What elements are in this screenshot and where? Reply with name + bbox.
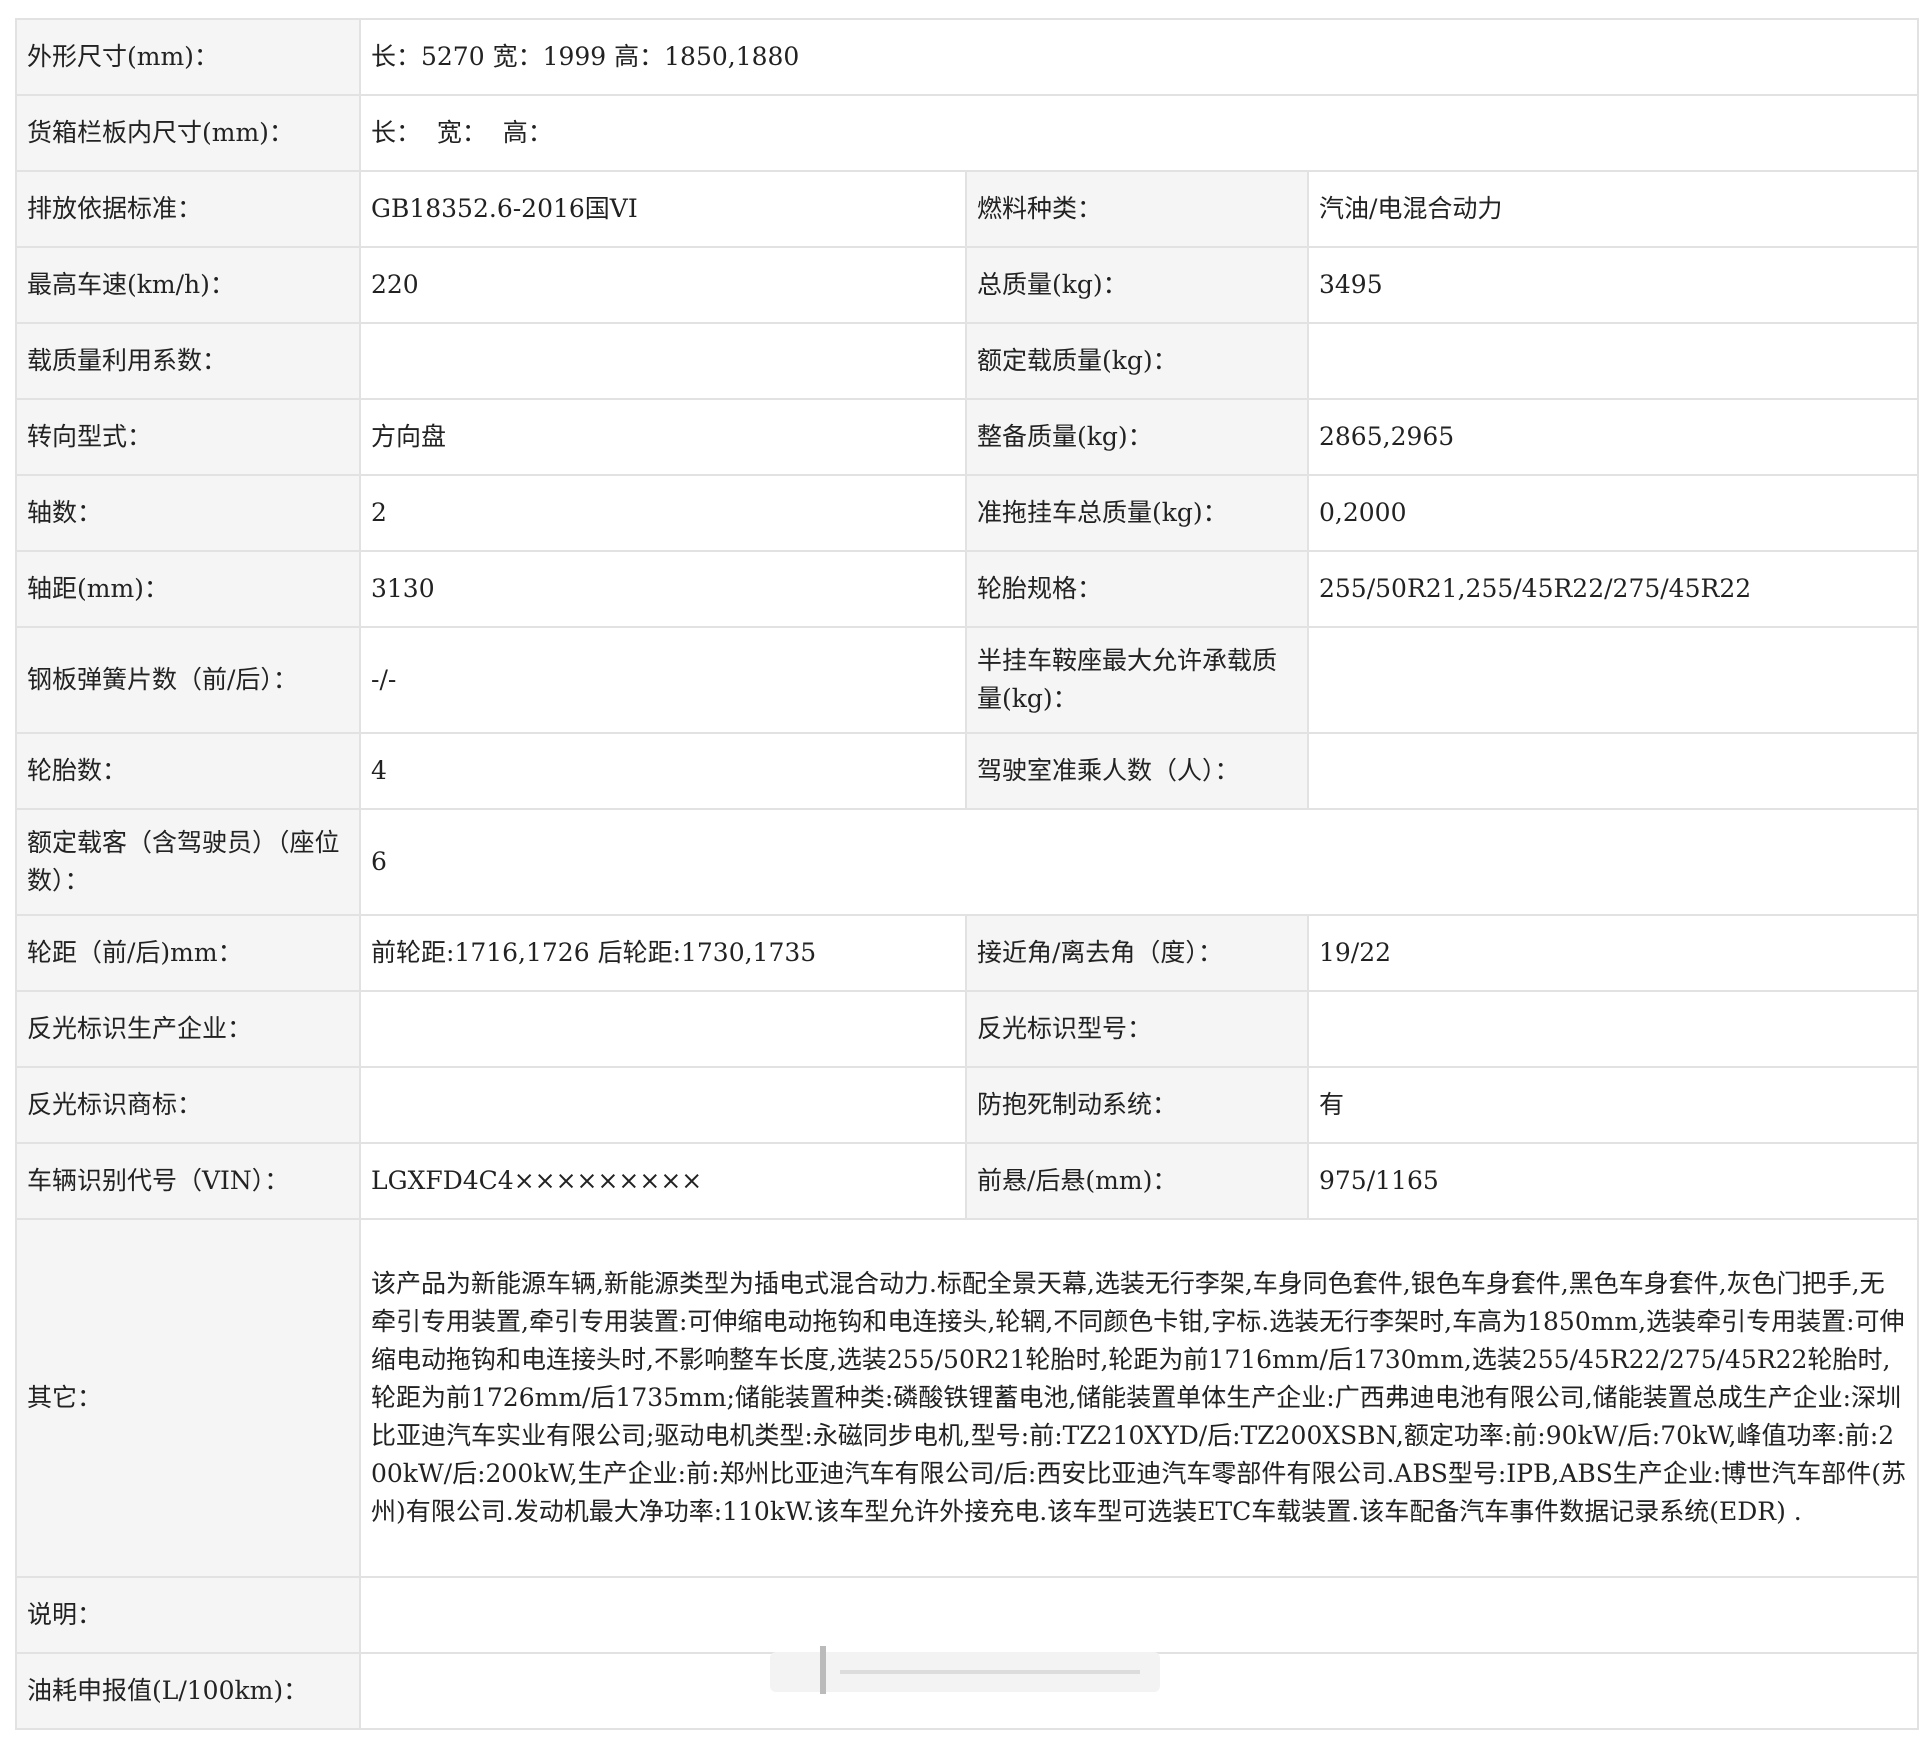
value-curb-mass: 2865,2965 xyxy=(1306,398,1920,476)
label-rated-passengers: 额定载客（含驾驶员）（座位数）： xyxy=(15,808,361,916)
value-fuel-type: 汽油/电混合动力 xyxy=(1306,170,1920,248)
value-track-width: 前轮距:1716,1726 后轮距:1730,1735 xyxy=(359,914,967,992)
label-towing-mass: 准拖挂车总质量(kg)： xyxy=(965,474,1309,552)
value-max-speed: 220 xyxy=(359,246,967,324)
label-saddle-load: 半挂车鞍座最大允许承载质量(kg)： xyxy=(965,626,1309,734)
value-axle-count: 2 xyxy=(359,474,967,552)
value-reflector-brand xyxy=(359,1066,967,1144)
obscured-mark xyxy=(820,1646,826,1694)
table-row: 轴距(mm)： 3130 轮胎规格： 255/50R21,255/45R22/2… xyxy=(15,550,1920,628)
value-leaf-springs: -/- xyxy=(359,626,967,734)
table-row: 其它： 该产品为新能源车辆,新能源类型为插电式混合动力.标配全景天幕,选装无行李… xyxy=(15,1218,1920,1578)
value-cargo-box-size: 长： 宽： 高： xyxy=(358,94,1920,172)
label-steering-type: 转向型式： xyxy=(15,398,361,476)
label-reflector-brand: 反光标识商标： xyxy=(15,1066,361,1144)
obscured-line xyxy=(840,1670,1140,1674)
label-abs-system: 防抱死制动系统： xyxy=(965,1066,1309,1144)
label-rated-load: 额定载质量(kg)： xyxy=(965,322,1309,400)
label-approach-departure-angle: 接近角/离去角（度）： xyxy=(965,914,1309,992)
table-row: 反光标识生产企业： 反光标识型号： xyxy=(15,990,1920,1068)
value-reflector-model xyxy=(1306,990,1920,1068)
label-max-speed: 最高车速(km/h)： xyxy=(15,246,361,324)
value-load-utilization xyxy=(359,322,967,400)
label-tire-spec: 轮胎规格： xyxy=(965,550,1309,628)
table-row: 反光标识商标： 防抱死制动系统： 有 xyxy=(15,1066,1920,1144)
value-towing-mass: 0,2000 xyxy=(1306,474,1920,552)
table-row: 载质量利用系数： 额定载质量(kg)： xyxy=(15,322,1920,400)
table-row: 转向型式： 方向盘 整备质量(kg)： 2865,2965 xyxy=(15,398,1920,476)
value-emission-standard: GB18352.6-2016国VI xyxy=(359,170,967,248)
value-description xyxy=(358,1576,1920,1654)
table-row: 排放依据标准： GB18352.6-2016国VI 燃料种类： 汽油/电混合动力 xyxy=(15,170,1920,248)
label-load-utilization: 载质量利用系数： xyxy=(15,322,361,400)
table-row: 车辆识别代号（VIN）： LGXFD4C4××××××××× 前悬/后悬(mm)… xyxy=(15,1142,1920,1220)
label-emission-standard: 排放依据标准： xyxy=(15,170,361,248)
value-vin: LGXFD4C4××××××××× xyxy=(359,1142,967,1220)
label-dimensions: 外形尺寸(mm)： xyxy=(15,18,361,96)
label-fuel-consumption: 油耗申报值(L/100km)： xyxy=(15,1652,361,1730)
label-other: 其它： xyxy=(15,1218,361,1578)
table-row: 最高车速(km/h)： 220 总质量(kg)： 3495 xyxy=(15,246,1920,324)
label-overhang: 前悬/后悬(mm)： xyxy=(965,1142,1309,1220)
value-reflector-maker xyxy=(359,990,967,1068)
label-gross-mass: 总质量(kg)： xyxy=(965,246,1309,324)
label-reflector-model: 反光标识型号： xyxy=(965,990,1309,1068)
value-approach-departure-angle: 19/22 xyxy=(1306,914,1920,992)
obscured-area xyxy=(770,1646,1160,1694)
value-abs-system: 有 xyxy=(1306,1066,1920,1144)
value-rated-passengers: 6 xyxy=(358,808,1920,916)
label-fuel-type: 燃料种类： xyxy=(965,170,1309,248)
value-overhang: 975/1165 xyxy=(1306,1142,1920,1220)
value-other-notes: 该产品为新能源车辆,新能源类型为插电式混合动力.标配全景天幕,选装无行李架,车身… xyxy=(358,1218,1920,1578)
label-track-width: 轮距（前/后)mm： xyxy=(15,914,361,992)
table-row: 外形尺寸(mm)： 长：5270 宽：1999 高：1850,1880 xyxy=(15,18,1920,96)
table-row: 说明： xyxy=(15,1576,1920,1654)
value-wheelbase: 3130 xyxy=(359,550,967,628)
table-row: 轮胎数： 4 驾驶室准乘人数（人）： xyxy=(15,732,1920,810)
value-cab-capacity xyxy=(1306,732,1920,810)
label-description: 说明： xyxy=(15,1576,361,1654)
label-leaf-springs: 钢板弹簧片数（前/后）： xyxy=(15,626,361,734)
value-tire-spec: 255/50R21,255/45R22/275/45R22 xyxy=(1306,550,1920,628)
value-saddle-load xyxy=(1306,626,1920,734)
value-tire-count: 4 xyxy=(359,732,967,810)
table-row: 钢板弹簧片数（前/后）： -/- 半挂车鞍座最大允许承载质量(kg)： xyxy=(15,626,1920,734)
label-cargo-box-size: 货箱栏板内尺寸(mm)： xyxy=(15,94,361,172)
label-curb-mass: 整备质量(kg)： xyxy=(965,398,1309,476)
table-row: 轴数： 2 准拖挂车总质量(kg)： 0,2000 xyxy=(15,474,1920,552)
table-row: 货箱栏板内尺寸(mm)： 长： 宽： 高： xyxy=(15,94,1920,172)
vehicle-spec-table: 外形尺寸(mm)： 长：5270 宽：1999 高：1850,1880 货箱栏板… xyxy=(15,18,1920,1730)
value-steering-type: 方向盘 xyxy=(359,398,967,476)
label-vin: 车辆识别代号（VIN）： xyxy=(15,1142,361,1220)
value-gross-mass: 3495 xyxy=(1306,246,1920,324)
value-rated-load xyxy=(1306,322,1920,400)
label-cab-capacity: 驾驶室准乘人数（人）： xyxy=(965,732,1309,810)
value-dimensions: 长：5270 宽：1999 高：1850,1880 xyxy=(358,18,1920,96)
label-wheelbase: 轴距(mm)： xyxy=(15,550,361,628)
label-axle-count: 轴数： xyxy=(15,474,361,552)
table-row: 额定载客（含驾驶员）（座位数）： 6 xyxy=(15,808,1920,916)
label-reflector-maker: 反光标识生产企业： xyxy=(15,990,361,1068)
table-row: 轮距（前/后)mm： 前轮距:1716,1726 后轮距:1730,1735 接… xyxy=(15,914,1920,992)
label-tire-count: 轮胎数： xyxy=(15,732,361,810)
